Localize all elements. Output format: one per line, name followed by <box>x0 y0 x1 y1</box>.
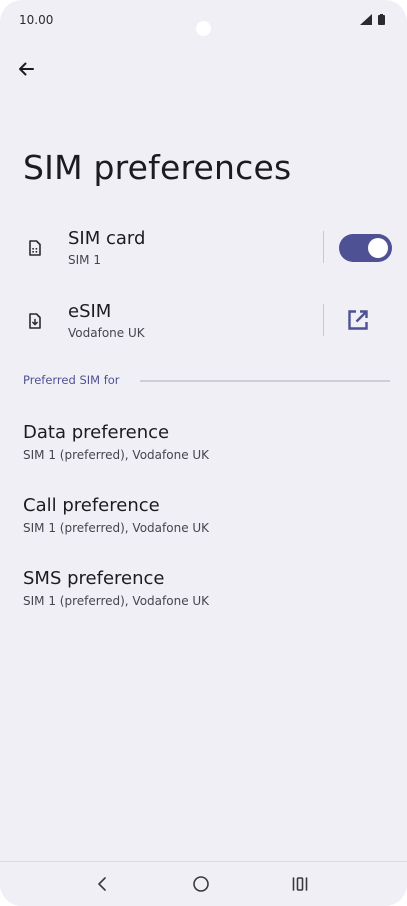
circle-home-icon <box>193 876 209 892</box>
call-preference-item[interactable]: Call preference SIM 1 (preferred), Vodaf… <box>0 495 407 555</box>
call-preference-value: SIM 1 (preferred), Vodafone UK <box>23 521 210 535</box>
vertical-divider <box>323 231 324 263</box>
section-divider <box>140 380 390 382</box>
status-icons <box>360 14 385 25</box>
page-title: SIM preferences <box>23 148 292 187</box>
section-header: Preferred SIM for <box>23 373 120 387</box>
signal-icon <box>360 14 372 25</box>
sim-card-toggle[interactable] <box>339 234 392 262</box>
sim-card-row[interactable]: SIM card SIM 1 <box>0 225 407 275</box>
sim-card-icon <box>29 240 41 256</box>
sms-preference-item[interactable]: SMS preference SIM 1 (preferred), Vodafo… <box>0 568 407 628</box>
arrow-left-icon <box>19 62 34 76</box>
esim-download-icon <box>29 313 41 329</box>
sim-card-title: SIM card <box>68 228 146 249</box>
status-bar: 10.00 <box>0 0 407 40</box>
data-preference-title: Data preference <box>23 422 170 443</box>
call-preference-title: Call preference <box>23 495 160 516</box>
chevron-left-icon <box>98 877 106 891</box>
data-preference-value: SIM 1 (preferred), Vodafone UK <box>23 448 210 462</box>
recents-icon <box>292 877 308 891</box>
nav-back-button[interactable] <box>89 871 115 897</box>
phone-screen: 10.00 SIM preferences SIM card SIM 1 eSI… <box>0 0 407 906</box>
nav-recents-button[interactable] <box>287 871 313 897</box>
data-preference-item[interactable]: Data preference SIM 1 (preferred), Vodaf… <box>0 422 407 482</box>
back-button[interactable] <box>12 55 40 83</box>
vertical-divider <box>323 304 324 336</box>
nav-home-button[interactable] <box>188 871 214 897</box>
navigation-bar <box>0 861 407 906</box>
sms-preference-value: SIM 1 (preferred), Vodafone UK <box>23 594 210 608</box>
esim-row[interactable]: eSIM Vodafone UK <box>0 298 407 348</box>
esim-subtitle: Vodafone UK <box>68 326 145 340</box>
sms-preference-title: SMS preference <box>23 568 165 589</box>
esim-open-button[interactable] <box>344 306 372 334</box>
esim-title: eSIM <box>68 301 112 322</box>
status-time: 10.00 <box>19 13 54 27</box>
open-external-icon <box>348 310 368 330</box>
camera-cutout <box>196 21 211 36</box>
sim-card-subtitle: SIM 1 <box>68 253 101 267</box>
battery-icon <box>378 14 385 25</box>
toggle-knob <box>368 238 388 258</box>
